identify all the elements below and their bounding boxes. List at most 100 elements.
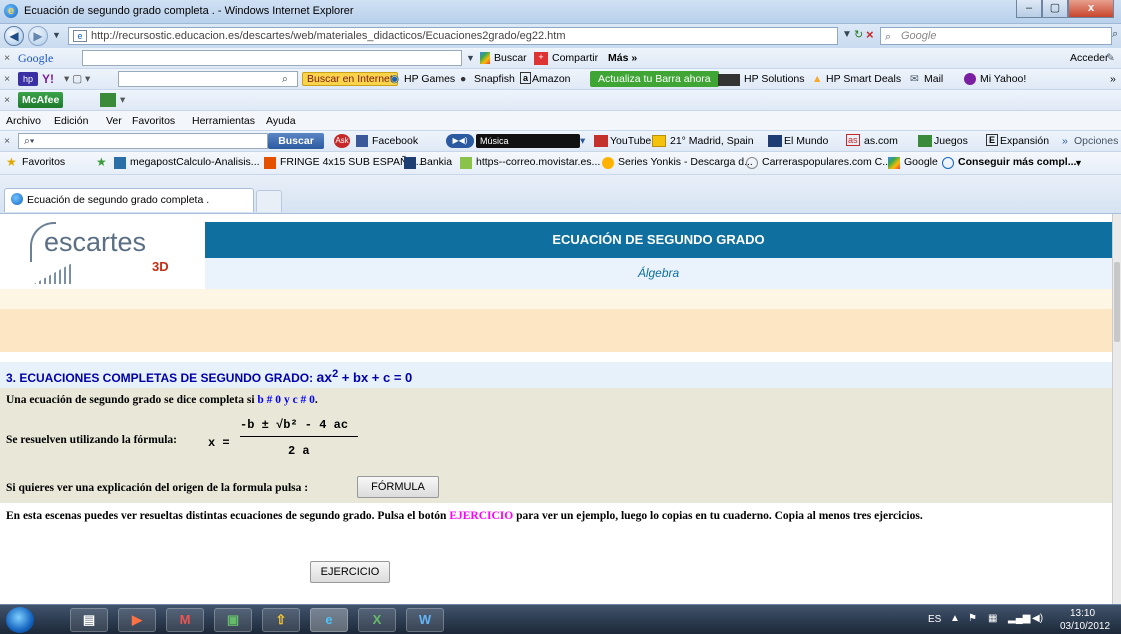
installer-taskbar-icon[interactable]: ▣ (214, 608, 252, 632)
section-title-band: 3. ECUACIONES COMPLETAS DE SEGUNDO GRADO… (0, 362, 1112, 388)
ask-search-input[interactable] (18, 133, 268, 149)
ask-buscar-button[interactable]: Buscar (268, 133, 324, 149)
menu-archivo[interactable]: Archivo (6, 115, 41, 127)
tray-expand-icon[interactable]: ▲ (950, 613, 960, 624)
refresh-icon[interactable]: ↻ (854, 28, 863, 41)
fav-link-1[interactable]: megapostCalculo-Analisis... (130, 156, 260, 168)
clock-time[interactable]: 13:10 (1070, 608, 1095, 619)
menu-ayuda[interactable]: Ayuda (266, 115, 296, 127)
back-button[interactable]: ◀ (4, 26, 24, 46)
mi-yahoo-link[interactable]: Mi Yahoo! (980, 73, 1026, 85)
hp-deals-link[interactable]: HP Smart Deals (826, 73, 901, 85)
menu-bar: Archivo Edición Ver Favoritos Herramient… (0, 111, 1121, 131)
explorer-taskbar-icon[interactable]: ▤ (70, 608, 108, 632)
google-compartir-button[interactable]: Compartir (552, 52, 598, 64)
facebook-link[interactable]: Facebook (372, 135, 418, 147)
hp-games-link[interactable]: HP Games (404, 73, 455, 85)
new-tab-button[interactable] (256, 190, 282, 212)
mcafee-taskbar-icon[interactable]: M (166, 608, 204, 632)
mail-link[interactable]: Mail (924, 73, 943, 85)
favorites-dropdown-icon[interactable]: ▼ (1074, 158, 1083, 168)
scrollbar-thumb[interactable] (1114, 262, 1120, 342)
google-search-input[interactable] (82, 50, 462, 66)
tab-active[interactable]: Ecuación de segundo grado completa . (4, 188, 254, 212)
fav-link-4[interactable]: https--correo.movistar.es... (476, 156, 600, 168)
page-scrollbar[interactable] (1112, 214, 1121, 604)
yahoo-logo-icon: Y! (42, 72, 54, 86)
start-button[interactable] (6, 607, 34, 633)
toolbar-close-icon[interactable]: × (4, 94, 10, 106)
mcafee-button[interactable]: McAfee (18, 92, 64, 108)
fav-link-6[interactable]: Carreraspopulares.com C... (762, 156, 891, 168)
juegos-link[interactable]: Juegos (934, 135, 968, 147)
opciones-link[interactable]: Opciones (1074, 135, 1118, 147)
descartes-logo: escartes 3D (0, 214, 205, 289)
maximize-button[interactable]: ▢ (1042, 0, 1068, 18)
google-acceder-link[interactable]: Acceder (1070, 52, 1109, 64)
toolbar-overflow-icon[interactable]: » (1110, 73, 1116, 85)
music-player-icon[interactable]: ▶◀) (446, 134, 474, 148)
update-taskbar-icon[interactable]: ⇧ (262, 608, 300, 632)
forward-button[interactable]: ▶ (28, 26, 48, 46)
mcafee-site-icon (100, 93, 116, 107)
add-favorite-icon[interactable]: ★ (96, 155, 107, 169)
history-dropdown-icon[interactable]: ▼ (52, 30, 61, 40)
fav-link-2[interactable]: FRINGE 4x15 SUB ESPAÑO... (280, 156, 425, 168)
tray-signal-icon[interactable]: ▂▄▆ (1008, 613, 1030, 624)
as-link[interactable]: as.com (864, 135, 898, 147)
youtube-link[interactable]: YouTube (610, 135, 651, 147)
tray-network-icon[interactable]: ▦ (988, 613, 997, 624)
tray-flag-icon[interactable]: ⚑ (968, 613, 977, 624)
google-buscar-button[interactable]: Buscar (494, 52, 527, 64)
yahoo-search-icon[interactable]: ⌕ (282, 73, 288, 86)
excel-taskbar-icon[interactable]: X (358, 608, 396, 632)
weather-link[interactable]: 21° Madrid, Spain (670, 135, 754, 147)
minimize-button[interactable]: – (1016, 0, 1042, 18)
hp-solutions-link[interactable]: HP Solutions (744, 73, 805, 85)
snapfish-link[interactable]: Snapfish (474, 73, 515, 85)
media-taskbar-icon[interactable]: ▶ (118, 608, 156, 632)
toolbar-close-icon[interactable]: × (4, 73, 10, 85)
search-go-icon[interactable]: ⌕ (1112, 28, 1118, 41)
url-field[interactable]: e http://recursostic.educacion.es/descar… (68, 27, 838, 45)
elmundo-link[interactable]: El Mundo (784, 135, 828, 147)
actualiza-button[interactable]: Actualiza tu Barra ahora (590, 71, 719, 87)
mcafee-dropdown-icon[interactable]: ▾ (120, 94, 125, 106)
ie-taskbar-icon[interactable]: e (310, 608, 348, 632)
completa-definition: Una ecuación de segundo grado se dice co… (6, 394, 318, 406)
menu-ver[interactable]: Ver (106, 115, 122, 127)
clock-date[interactable]: 03/10/2012 (1060, 621, 1110, 632)
language-indicator[interactable]: ES (928, 614, 941, 625)
menu-favoritos[interactable]: Favoritos (132, 115, 175, 127)
expansion-link[interactable]: Expansión (1000, 135, 1049, 147)
menu-edicion[interactable]: Edición (54, 115, 88, 127)
ejercicio-button[interactable]: EJERCICIO (310, 561, 390, 583)
yahoo-menu-icon[interactable]: ▾ ▢ ▾ (64, 73, 90, 85)
more-icon[interactable]: » (1062, 135, 1068, 147)
toolbar-close-icon[interactable]: × (4, 52, 10, 64)
google-dropdown-icon[interactable]: ▼ (466, 53, 475, 63)
fav-link-3[interactable]: Bankia (420, 156, 452, 168)
formula-fraction-line (240, 436, 358, 437)
buscar-internet-button[interactable]: Buscar en Internet (302, 72, 398, 86)
tray-volume-icon[interactable]: ◀) (1032, 613, 1043, 624)
google-mas-button[interactable]: Más » (608, 52, 637, 64)
menu-herramientas[interactable]: Herramientas (192, 115, 255, 127)
musica-dropdown-icon[interactable]: ▾ (580, 135, 585, 147)
fav-link-5[interactable]: Series Yonkis - Descarga d... (618, 156, 753, 168)
juegos-icon (918, 135, 932, 147)
stop-icon[interactable]: × (866, 27, 874, 42)
fav-link-7[interactable]: Google (904, 156, 938, 168)
wrench-icon[interactable]: ✎ (1106, 52, 1115, 64)
url-dropdown-icon[interactable]: ▼ (842, 29, 852, 40)
search-input[interactable]: ⌕ Google (880, 27, 1112, 45)
window-title: Ecuación de segundo grado completa . - W… (24, 5, 354, 17)
word-taskbar-icon[interactable]: W (406, 608, 444, 632)
amazon-link[interactable]: Amazon (532, 73, 571, 85)
formula-button[interactable]: FÓRMULA (357, 476, 439, 498)
close-button[interactable]: x (1068, 0, 1114, 18)
favorites-button[interactable]: Favoritos (22, 156, 65, 168)
yahoo-search-input[interactable] (118, 71, 298, 87)
fav-link-8[interactable]: Conseguir más compl... (958, 156, 1076, 168)
toolbar-close-icon[interactable]: × (4, 135, 10, 147)
